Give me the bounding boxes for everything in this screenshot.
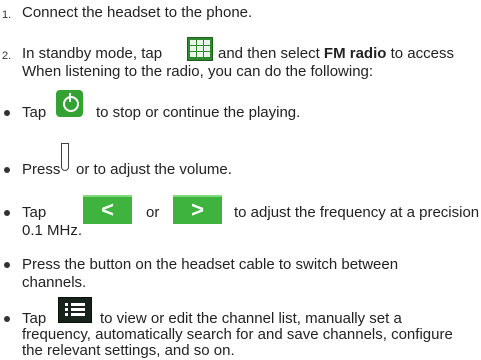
power-icon (56, 90, 83, 117)
fm-radio-label: FM radio (323, 45, 387, 62)
bullet-marker (4, 262, 10, 268)
bullet-list-line-3: the relevant settings, and so on. (22, 342, 235, 359)
bullet-frequency-or: or (146, 204, 160, 221)
bullet-switch-line-2: channels. (22, 274, 87, 291)
bullet-volume-text-a: Press (22, 161, 61, 178)
step-number: 1. (2, 9, 12, 21)
step-number: 2. (2, 50, 12, 62)
bullet-marker (4, 210, 10, 216)
bullet-frequency-text-a: Tap (22, 204, 47, 221)
grid-menu-icon (187, 37, 213, 61)
step-text: Connect the headset to the phone. (22, 4, 253, 21)
step-2-continued: and then select FM radio to access (218, 45, 454, 63)
step-text-b: and then select (218, 45, 320, 62)
bullet-stop-text-b: to stop or continue the playing. (96, 104, 301, 121)
bullet-switch-line-1: Press the button on the headset cable to… (22, 256, 399, 273)
arrow-right-icon: > (173, 195, 222, 224)
bullet-marker (4, 316, 10, 322)
list-icon (58, 297, 92, 323)
arrow-left-icon: < (83, 195, 132, 224)
volume-key-icon (61, 143, 69, 171)
bullet-frequency-line-2: 0.1 MHz. (22, 222, 83, 239)
step-text-a: In standby mode, tap (22, 45, 163, 62)
step-text-c: to access (390, 45, 454, 62)
bullet-marker (4, 167, 10, 173)
bullet-stop-text-a: Tap (22, 104, 47, 121)
bullet-volume-text-b: or to adjust the volume. (76, 161, 232, 178)
step-2-line-2: When listening to the radio, you can do … (22, 63, 374, 80)
bullet-marker (4, 110, 10, 116)
bullet-frequency-text-b: to adjust the frequency at a precision o… (234, 204, 481, 221)
